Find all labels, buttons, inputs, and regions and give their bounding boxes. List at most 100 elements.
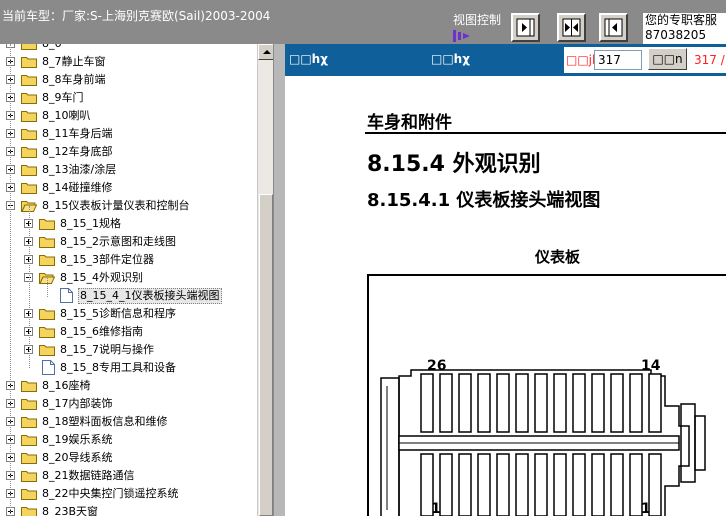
tree-item-label: 8_23B天窗 [42, 505, 99, 516]
document-icon [42, 360, 55, 375]
tree-item[interactable]: 8_20导线系统 [0, 449, 257, 467]
tree-item[interactable]: 8_10喇叭 [0, 107, 257, 125]
scroll-thumb[interactable] [259, 194, 273, 516]
folder-icon [21, 129, 37, 140]
folder-icon [21, 93, 37, 104]
show-left-pane-button[interactable] [511, 13, 540, 42]
tree-item[interactable]: 8_18塑料面板信息和维修 [0, 413, 257, 431]
header-tab-2[interactable]: □□hχ [431, 52, 470, 66]
tree-item[interactable]: 8_9车门 [0, 89, 257, 107]
top-toolbar: 当前车型：厂家:S-上海别克赛欧(Sail)2003-2004 视图控制 您的专… [0, 0, 726, 44]
tree-item-label: 8_21数据链路通信 [42, 469, 135, 482]
connector-drawing [380, 369, 706, 516]
tree-item-label: 8_15_4_1仪表板接头端视图 [78, 288, 222, 304]
section-title: 车身和附件 [367, 113, 452, 133]
tree-item-label: 8_18塑料面板信息和维修 [42, 415, 168, 428]
split-view-icon [562, 18, 581, 37]
tree-item-label: 8_22中央集控门锁遥控系统 [42, 487, 179, 500]
tree-item[interactable]: 8_15_4外观识别 [0, 269, 257, 287]
connector-pin-bottom [553, 453, 567, 516]
tree-connector-line [10, 44, 11, 516]
tree-item[interactable]: 8_15_7说明与操作 [0, 341, 257, 359]
connector-pin-top [572, 373, 586, 433]
folder-icon [21, 417, 37, 428]
tree-item[interactable]: 8_15_3部件定位器 [0, 251, 257, 269]
tree-item[interactable]: 8_15_4_1仪表板接头端视图 [0, 287, 257, 305]
tree-item-label: 8_15_1规格 [60, 217, 121, 230]
contact-number: 87038205 [645, 28, 707, 42]
document-header: □□hχ □□hχ □□jl □□n 317 / [285, 44, 726, 76]
tree-item[interactable]: 8_11车身后端 [0, 125, 257, 143]
page-subheading: 8.15.4.1 仪表板接头端视图 [367, 190, 601, 211]
folder-icon [39, 255, 55, 266]
tree-scrollbar[interactable] [257, 44, 274, 516]
tree-item[interactable]: 8_8车身前端 [0, 71, 257, 89]
folder-icon [21, 44, 37, 50]
car-model-label: 当前车型：厂家:S-上海别克赛欧(Sail)2003-2004 [2, 9, 271, 23]
pane-splitter[interactable] [273, 44, 285, 516]
tree-item[interactable]: 8_15_1规格 [0, 215, 257, 233]
connector-pin-top [439, 373, 453, 433]
tree-item[interactable]: 8_17内部装饰 [0, 395, 257, 413]
folder-icon [21, 435, 37, 446]
goto-label: □□jl [566, 53, 596, 67]
folder-icon [21, 165, 37, 176]
tree-item-label: 8_9车门 [42, 91, 84, 104]
tree-item-label: 8_8车身前端 [42, 73, 106, 86]
tree-item[interactable]: 8_12车身底部 [0, 143, 257, 161]
header-tab-1[interactable]: □□hχ [289, 52, 328, 66]
connector-pin-bottom [610, 453, 624, 516]
tree-item[interactable]: 8_7静止车窗 [0, 53, 257, 71]
page-heading: 8.15.4 外观识别 [367, 152, 541, 177]
connector-pin-top [629, 373, 643, 433]
connector-pin-top [534, 373, 548, 433]
tree-item-label: 8_15_2示意图和走线图 [60, 235, 176, 248]
folder-icon [39, 219, 55, 230]
folder-icon [21, 57, 37, 68]
tree-item[interactable]: 8_22中央集控门锁遥控系统 [0, 485, 257, 503]
connector-pin-top [553, 373, 567, 433]
figure-title: 仪表板 [535, 248, 581, 266]
connector-pin-bottom [648, 453, 662, 516]
folder-icon [21, 75, 37, 86]
view-control-label: 视图控制 [453, 13, 502, 27]
folder-icon [21, 489, 37, 500]
tree-item[interactable]: 8_15_6维修指南 [0, 323, 257, 341]
connector-pin-top [591, 373, 605, 433]
tree-item-label: 8_15_8专用工具和设备 [60, 361, 176, 374]
tree-connector-line [47, 278, 48, 297]
folder-icon [21, 471, 37, 482]
tree-item-label: 8_17内部装饰 [42, 397, 113, 410]
tree-item[interactable]: 8_13油漆/涂层 [0, 161, 257, 179]
split-view-button[interactable] [557, 13, 586, 42]
tree-item[interactable]: 8_15仪表板计量仪表和控制台 [0, 197, 257, 215]
tree-item[interactable]: 8_21数据链路通信 [0, 467, 257, 485]
connector-pin-bottom [420, 453, 434, 516]
connector-pin-top [648, 373, 662, 433]
tree-item[interactable]: 8_14碰撞维修 [0, 179, 257, 197]
tree-item-label: 8_19娱乐系统 [42, 433, 113, 446]
view-slider-icon[interactable] [453, 30, 471, 42]
tree-item-label: 8_7静止车窗 [42, 55, 106, 68]
tree-item-label: 8_16座椅 [42, 379, 91, 392]
tree-item[interactable]: 8_15_5诊断信息和程序 [0, 305, 257, 323]
hide-left-pane-button[interactable] [599, 13, 628, 42]
scroll-up-button[interactable] [258, 44, 274, 60]
page-number-input[interactable] [594, 50, 642, 70]
connector-pin-top [496, 373, 510, 433]
connector-pin-bottom [458, 453, 472, 516]
folder-icon [21, 147, 37, 158]
tree-item[interactable]: 8_16座椅 [0, 377, 257, 395]
tree-item[interactable]: 8_15_8专用工具和设备 [0, 359, 257, 377]
document-view: 车身和附件 8.15.4 外观识别 8.15.4.1 仪表板接头端视图 仪表板 … [285, 76, 726, 516]
tree-item[interactable]: 8_19娱乐系统 [0, 431, 257, 449]
goto-page-button[interactable]: □□n [648, 48, 687, 70]
tree-item-label: 8_15_5诊断信息和程序 [60, 307, 176, 320]
folder-icon [21, 399, 37, 410]
tree-item[interactable]: 8_6 [0, 44, 257, 53]
tree-item[interactable]: 8_23B天窗 [0, 503, 257, 516]
tree-item[interactable]: 8_15_2示意图和走线图 [0, 233, 257, 251]
folder-icon [39, 309, 55, 320]
tree-item-label: 8_10喇叭 [42, 109, 91, 122]
connector-pin-top [477, 373, 491, 433]
